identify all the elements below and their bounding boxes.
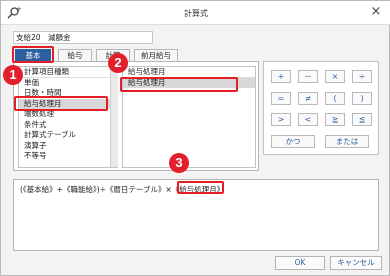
- less-equal-button[interactable]: ≦: [352, 113, 372, 126]
- category-item[interactable]: 条件式: [19, 120, 117, 131]
- step-badge-1: 1: [3, 65, 23, 85]
- category-scrollbar[interactable]: [110, 67, 118, 167]
- category-item[interactable]: 不等号: [19, 151, 117, 162]
- multiply-button[interactable]: ×: [325, 70, 345, 83]
- plus-button[interactable]: +: [271, 70, 291, 83]
- close-paren-button[interactable]: ): [352, 92, 372, 105]
- formula-dialog: + 計算式 × 支給20 減額金 基本 給与 計算 前月給与 計算項目種類 単価…: [0, 0, 390, 276]
- highlight-category-item: [14, 96, 108, 111]
- ok-button[interactable]: OK: [275, 256, 325, 270]
- operator-panel: + － × ÷ = ≠ ( ) > < ≧ ≦ かつ または: [263, 61, 379, 155]
- item-list-header: 給与処理月: [123, 67, 255, 78]
- tab-prev-month-salary[interactable]: 前月給与: [134, 49, 178, 61]
- or-button[interactable]: または: [325, 135, 369, 148]
- title-bar: + 計算式 ×: [1, 1, 390, 25]
- cancel-button[interactable]: キャンセル: [330, 256, 382, 270]
- highlight-item-list: [120, 77, 238, 92]
- tab-salary[interactable]: 給与: [58, 49, 92, 61]
- highlight-basic-tab: [12, 46, 54, 63]
- category-item[interactable]: 単価: [19, 78, 117, 89]
- less-than-button[interactable]: <: [298, 113, 318, 126]
- category-list-header: 計算項目種類: [19, 67, 117, 78]
- and-button[interactable]: かつ: [271, 135, 315, 148]
- category-item[interactable]: 演算子: [19, 141, 117, 152]
- highlight-formula-token: [177, 181, 224, 194]
- dialog-title: 計算式: [184, 9, 208, 18]
- category-item[interactable]: 計算式テーブル: [19, 130, 117, 141]
- close-icon[interactable]: ×: [369, 5, 383, 19]
- minus-button[interactable]: －: [298, 70, 318, 83]
- equal-button[interactable]: =: [271, 92, 291, 105]
- open-paren-button[interactable]: (: [325, 92, 345, 105]
- greater-than-button[interactable]: >: [271, 113, 291, 126]
- divide-button[interactable]: ÷: [352, 70, 372, 83]
- greater-equal-button[interactable]: ≧: [325, 113, 345, 126]
- step-badge-3: 3: [169, 153, 189, 173]
- name-field[interactable]: 支給20 減額金: [13, 31, 153, 44]
- category-list[interactable]: 計算項目種類 単価 日数・時間 給与処理月 端数処理 条件式 計算式テーブル 演…: [18, 66, 118, 168]
- step-badge-2: 2: [108, 53, 128, 73]
- not-equal-button[interactable]: ≠: [298, 92, 318, 105]
